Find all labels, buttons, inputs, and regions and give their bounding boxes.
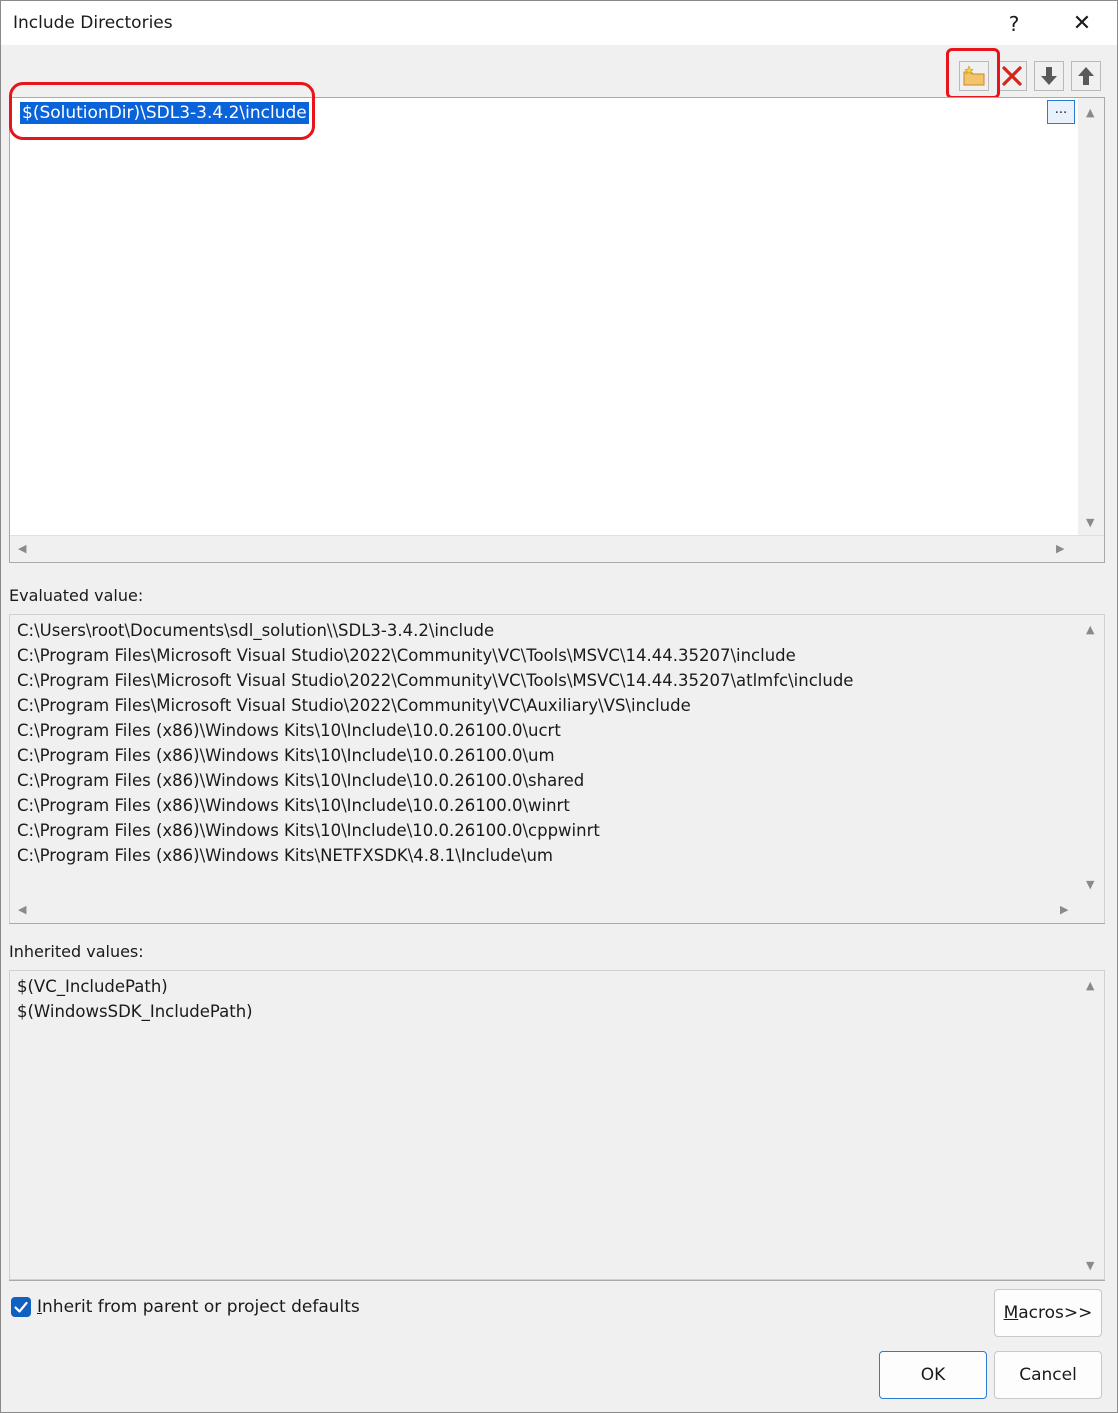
evaluated-line: C:\Program Files\Microsoft Visual Studio…: [17, 646, 796, 665]
inherited-values-label: Inherited values:: [9, 942, 144, 961]
scroll-left-arrow-icon[interactable]: ◀: [18, 542, 26, 555]
evaluated-line: C:\Program Files (x86)\Windows Kits\10\I…: [17, 721, 561, 740]
evaluated-line: C:\Program Files (x86)\Windows Kits\NETF…: [17, 846, 553, 865]
title-bar: Include Directories ? ✕: [1, 1, 1117, 45]
macros-label-text: acros>>: [1018, 1303, 1093, 1323]
help-button[interactable]: ?: [1001, 9, 1027, 39]
browse-button[interactable]: ...: [1047, 100, 1075, 124]
inherit-checkbox-label[interactable]: Inherit from parent or project defaults: [37, 1297, 360, 1317]
inherit-checkbox[interactable]: [11, 1297, 31, 1317]
scroll-down-arrow-icon[interactable]: ▼: [1086, 516, 1094, 529]
evaluated-value-label: Evaluated value:: [9, 586, 144, 605]
inherited-values-list: $(VC_IncludePath) $(WindowsSDK_IncludePa…: [9, 970, 1105, 1280]
divider: [9, 1280, 1105, 1281]
cancel-button[interactable]: Cancel: [994, 1351, 1102, 1399]
scroll-up-arrow-icon[interactable]: ▲: [1086, 623, 1094, 636]
scroll-up-arrow-icon[interactable]: ▲: [1086, 979, 1094, 992]
delete-x-icon: [1002, 66, 1022, 86]
evaluated-value-list: C:\Users\root\Documents\sdl_solution\\SD…: [9, 614, 1105, 924]
macros-mnemonic: M: [1003, 1303, 1019, 1323]
evaluated-line: C:\Program Files (x86)\Windows Kits\10\I…: [17, 821, 600, 840]
scroll-up-arrow-icon[interactable]: ▲: [1086, 106, 1094, 119]
directories-edit-list[interactable]: $(SolutionDir)\SDL3-3.4.2\include ... ▲ …: [9, 97, 1105, 563]
evaluated-line: C:\Program Files (x86)\Windows Kits\10\I…: [17, 746, 555, 765]
evaluated-line: C:\Program Files\Microsoft Visual Studio…: [17, 696, 691, 715]
evaluated-line: C:\Users\root\Documents\sdl_solution\\SD…: [17, 621, 495, 640]
inherit-label-text: nherit from parent or project defaults: [42, 1297, 360, 1317]
ok-button[interactable]: OK: [879, 1351, 987, 1399]
checkmark-icon: [14, 1301, 28, 1313]
delete-line-button[interactable]: [997, 61, 1027, 91]
scroll-right-arrow-icon[interactable]: ▶: [1060, 903, 1068, 916]
arrow-up-icon: [1078, 67, 1094, 85]
evaluated-line: C:\Program Files (x86)\Windows Kits\10\I…: [17, 796, 570, 815]
macros-button[interactable]: Macros>>: [994, 1289, 1102, 1337]
edit-line-highlight-annotation: [9, 82, 315, 140]
move-up-button[interactable]: [1071, 61, 1101, 91]
move-down-button[interactable]: [1034, 61, 1064, 91]
arrow-down-icon: [1041, 67, 1057, 85]
scroll-right-arrow-icon[interactable]: ▶: [1056, 542, 1064, 555]
include-directories-dialog: Include Directories ? ✕ $(SolutionDir)\S…: [0, 0, 1118, 1413]
close-button[interactable]: ✕: [1065, 7, 1099, 41]
dialog-title: Include Directories: [13, 13, 173, 33]
new-line-highlight-annotation: [946, 48, 1000, 99]
inherited-line: $(WindowsSDK_IncludePath): [17, 1002, 253, 1021]
scroll-down-arrow-icon[interactable]: ▼: [1086, 1259, 1094, 1272]
evaluated-line: C:\Program Files (x86)\Windows Kits\10\I…: [17, 771, 585, 790]
edit-vertical-scrollbar[interactable]: ▲ ▼: [1078, 98, 1104, 538]
edit-horizontal-scrollbar[interactable]: ◀ ▶: [10, 535, 1104, 562]
scroll-left-arrow-icon[interactable]: ◀: [18, 903, 26, 916]
divider: [9, 923, 1105, 924]
scroll-down-arrow-icon[interactable]: ▼: [1086, 878, 1094, 891]
inherited-line: $(VC_IncludePath): [17, 977, 168, 996]
evaluated-line: C:\Program Files\Microsoft Visual Studio…: [17, 671, 854, 690]
